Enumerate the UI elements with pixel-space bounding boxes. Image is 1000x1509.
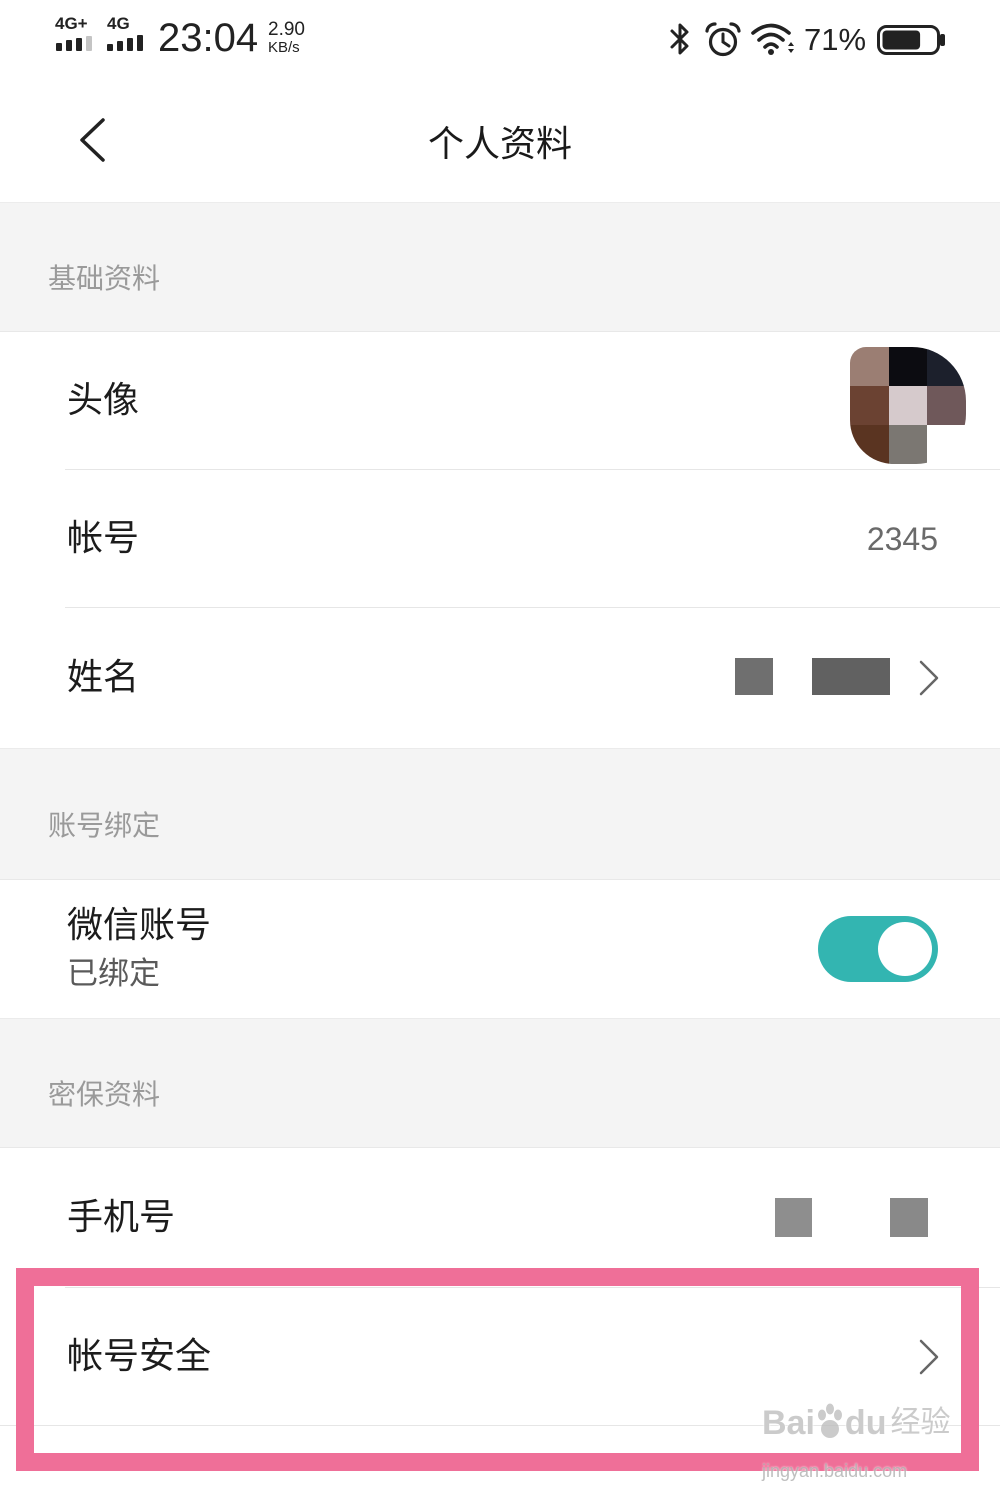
signal-bar bbox=[107, 44, 113, 51]
back-button[interactable] bbox=[70, 110, 116, 170]
wechat-account-text: 微信账号 已绑定 bbox=[67, 905, 212, 993]
avatar-pixel bbox=[888, 347, 928, 386]
signal-bar bbox=[56, 43, 62, 51]
account-security-row[interactable]: 帐号安全 bbox=[0, 1288, 1000, 1426]
signal-bar bbox=[66, 40, 72, 51]
chevron-right-icon bbox=[919, 660, 939, 696]
network-speed-unit: KB/s bbox=[268, 39, 300, 56]
avatar-pixel bbox=[927, 425, 966, 464]
redacted-block bbox=[735, 658, 773, 695]
section-header-basic-info: 基础资料 bbox=[0, 203, 1000, 332]
chevron-right-icon bbox=[919, 1339, 939, 1375]
section-title: 账号绑定 bbox=[48, 809, 161, 842]
wechat-binding-toggle[interactable] bbox=[818, 916, 938, 982]
account-row: 帐号 2345 bbox=[0, 470, 1000, 608]
avatar-pixel bbox=[850, 347, 889, 386]
account-value: 2345 bbox=[866, 521, 938, 557]
battery-level-fill bbox=[882, 30, 921, 50]
avatar-pixel bbox=[888, 386, 928, 425]
wifi-icon bbox=[751, 23, 794, 55]
network-type-label-2: 4G bbox=[107, 14, 130, 33]
wechat-account-row: 微信账号 已绑定 bbox=[0, 880, 1000, 1018]
avatar[interactable] bbox=[850, 347, 966, 464]
wechat-account-label: 微信账号 bbox=[67, 905, 212, 946]
signal-bar bbox=[76, 38, 82, 51]
account-label: 帐号 bbox=[67, 518, 140, 559]
status-bar: 4G+ 4G 23:04 2.90 KB/s 71% bbox=[0, 0, 1000, 80]
clock-time: 23:04 bbox=[158, 16, 259, 60]
redacted-block bbox=[812, 658, 890, 695]
nav-header: 个人资料 bbox=[0, 80, 1000, 203]
section-header-account-binding: 账号绑定 bbox=[0, 748, 1000, 880]
name-row[interactable]: 姓名 bbox=[0, 608, 1000, 748]
account-security-label: 帐号安全 bbox=[67, 1336, 212, 1377]
section-header-security-info: 密保资料 bbox=[0, 1018, 1000, 1148]
redacted-block bbox=[775, 1198, 812, 1237]
avatar-pixel bbox=[850, 386, 889, 425]
signal-bars-icon bbox=[107, 34, 143, 51]
section-title: 基础资料 bbox=[48, 262, 161, 295]
avatar-pixel bbox=[927, 386, 966, 425]
page-title: 个人资料 bbox=[427, 124, 572, 165]
avatar-label: 头像 bbox=[67, 380, 140, 421]
signal-bar bbox=[86, 36, 92, 51]
signal-bar bbox=[117, 41, 123, 51]
network-speed-value: 2.90 bbox=[268, 19, 305, 40]
bluetooth-icon bbox=[670, 23, 689, 55]
battery-icon bbox=[877, 25, 945, 55]
avatar-row: 头像 bbox=[0, 332, 1000, 470]
wechat-binding-status: 已绑定 bbox=[67, 956, 160, 992]
avatar-pixel bbox=[927, 347, 966, 386]
signal-bar bbox=[127, 38, 133, 51]
battery-percentage: 71% bbox=[804, 22, 867, 57]
phone-row: 手机号 bbox=[0, 1148, 1000, 1288]
signal-bars-icon bbox=[56, 34, 92, 51]
avatar-pixel bbox=[850, 425, 889, 464]
phone-label: 手机号 bbox=[67, 1197, 176, 1238]
redacted-block bbox=[890, 1198, 928, 1237]
toggle-knob bbox=[878, 922, 932, 976]
section-title: 密保资料 bbox=[48, 1078, 161, 1111]
signal-bar bbox=[137, 35, 143, 51]
profile-screen: 4G+ 4G 23:04 2.90 KB/s 71% 个人资料 基础资料 头像 … bbox=[0, 0, 1000, 1509]
alarm-clock-icon bbox=[705, 22, 741, 57]
avatar-pixel bbox=[888, 425, 928, 464]
chevron-left-icon bbox=[80, 118, 105, 162]
network-type-label-1: 4G+ bbox=[55, 14, 88, 33]
bottom-spacer bbox=[0, 1426, 1000, 1509]
name-label: 姓名 bbox=[67, 657, 140, 698]
